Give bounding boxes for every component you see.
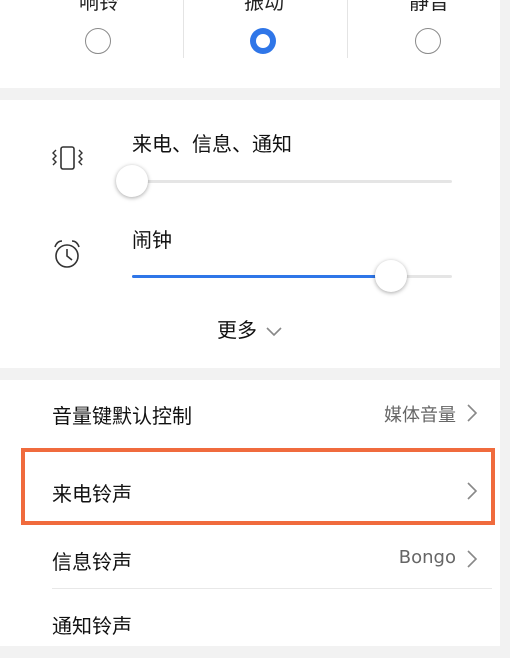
chevron-down-icon	[266, 326, 282, 336]
volume-key-default-row[interactable]: 音量键默认控制 媒体音量	[0, 380, 500, 448]
mode-ring-label: 响铃	[79, 0, 119, 14]
alarm-clock-icon	[54, 240, 80, 268]
alarm-volume-thumb[interactable]	[375, 260, 408, 292]
mode-silent[interactable]: 静音	[346, 0, 510, 88]
right-edge	[500, 0, 510, 88]
mode-vibrate-label: 振动	[244, 0, 284, 14]
mode-ring-radio[interactable]	[85, 28, 111, 54]
ring-volume-slider[interactable]	[116, 165, 452, 197]
chevron-right-icon	[467, 404, 478, 422]
ringtone-highlight-box	[21, 448, 495, 525]
message-tone-title: 信息铃声	[52, 550, 132, 574]
more-label: 更多	[217, 318, 257, 342]
alarm-volume-fill	[132, 275, 392, 278]
chevron-right-icon	[467, 550, 478, 568]
mode-ring[interactable]: 响铃	[16, 0, 182, 88]
notification-tone-row[interactable]: 通知铃声	[0, 590, 500, 658]
alarm-volume-label: 闹钟	[132, 228, 172, 252]
notification-tone-title: 通知铃声	[52, 614, 132, 638]
more-button[interactable]: 更多	[0, 314, 500, 343]
vibrate-icon	[52, 146, 83, 170]
mode-vibrate[interactable]: 振动	[181, 0, 347, 88]
right-edge	[500, 380, 510, 438]
volume-key-default-title: 音量键默认控制	[52, 404, 192, 428]
alarm-volume-slider[interactable]	[132, 260, 452, 292]
ring-volume-thumb[interactable]	[116, 165, 148, 197]
mode-silent-label: 静音	[409, 0, 449, 14]
message-tone-value: Bongo	[398, 547, 456, 568]
sound-mode-selector: 响铃 振动 静音	[0, 0, 500, 88]
right-edge	[500, 100, 510, 368]
mode-vibrate-radio[interactable]	[250, 28, 276, 54]
row-divider	[52, 588, 492, 589]
volume-key-default-value: 媒体音量	[384, 405, 456, 426]
mode-silent-radio[interactable]	[415, 28, 441, 54]
volume-panel: 来电、信息、通知 闹钟 更多	[0, 100, 500, 368]
ring-volume-label: 来电、信息、通知	[132, 132, 292, 156]
message-tone-row[interactable]: 信息铃声 Bongo	[0, 526, 500, 594]
